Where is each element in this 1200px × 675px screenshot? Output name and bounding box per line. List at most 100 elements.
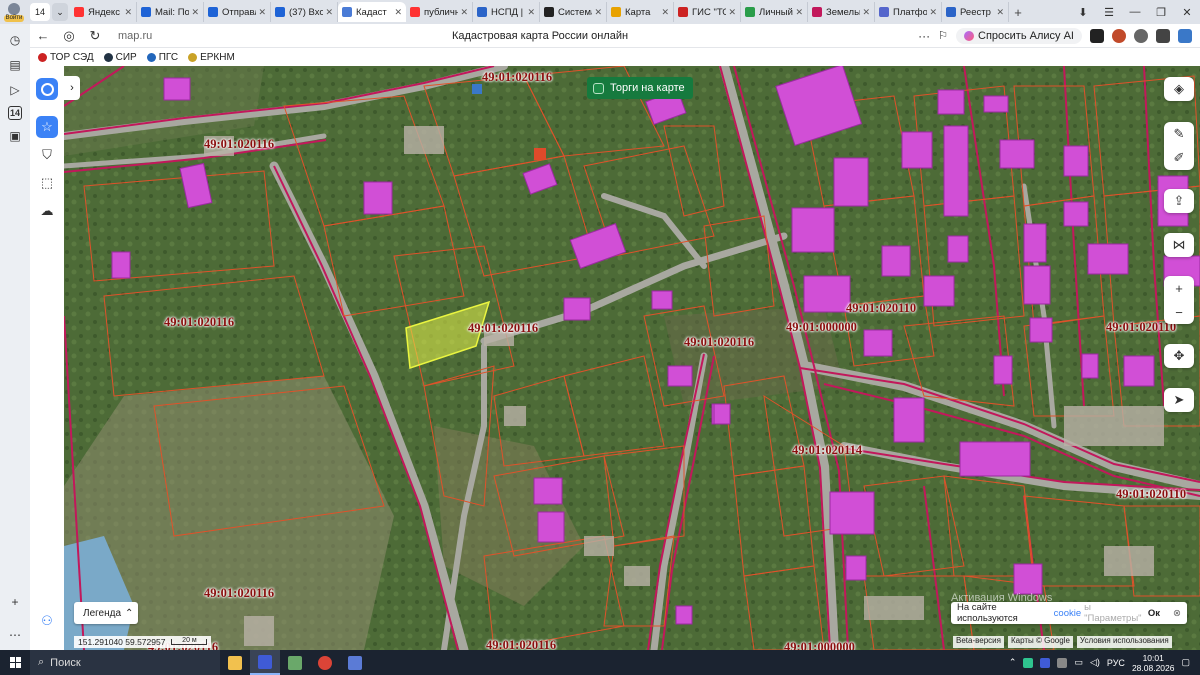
app-icon[interactable] bbox=[340, 650, 370, 675]
menu-icon[interactable]: ☰ bbox=[1096, 6, 1122, 19]
clock[interactable]: 10:01 28.08.2026 bbox=[1132, 653, 1175, 673]
extension-icon[interactable] bbox=[1156, 28, 1170, 43]
downloads-icon[interactable]: ⬇ bbox=[1070, 6, 1096, 19]
volume-icon[interactable]: ◁) bbox=[1090, 657, 1100, 668]
cookie-ok-button[interactable]: Ок bbox=[1148, 608, 1160, 619]
tab-6[interactable]: НСПД | Ге✕ bbox=[473, 2, 540, 22]
beta-badge[interactable]: Beta-версия bbox=[953, 636, 1004, 648]
close-tab-icon[interactable]: ✕ bbox=[929, 7, 937, 18]
zoom-out-button[interactable]: − bbox=[1164, 300, 1194, 324]
locate-icon[interactable]: ➤ bbox=[1164, 388, 1194, 412]
auction-toggle[interactable]: Торги на карте bbox=[587, 77, 693, 99]
map-logo-icon[interactable] bbox=[36, 78, 58, 100]
collections-icon[interactable]: ▤ bbox=[6, 56, 24, 74]
close-tab-icon[interactable]: ✕ bbox=[527, 7, 535, 18]
tab-11[interactable]: Земельн ✕ bbox=[808, 2, 875, 22]
tab-4[interactable]: Кадаст ✕ bbox=[338, 2, 406, 22]
close-tab-icon[interactable]: ✕ bbox=[795, 7, 803, 18]
tab-count-badge[interactable]: 14 bbox=[8, 106, 22, 120]
close-tab-icon[interactable]: ✕ bbox=[258, 7, 266, 18]
tab-12[interactable]: Платфор✕ bbox=[875, 2, 942, 22]
tab-13[interactable]: Реестр из✕ bbox=[942, 2, 1009, 22]
close-tab-icon[interactable]: ✕ bbox=[460, 7, 468, 18]
terms-link[interactable]: Условия использования bbox=[1076, 636, 1172, 648]
tab-2[interactable]: Отправле✕ bbox=[204, 2, 271, 22]
tab-10[interactable]: Личный к✕ bbox=[741, 2, 808, 22]
close-tab-icon[interactable]: ✕ bbox=[728, 7, 736, 18]
zoom-in-button[interactable]: + bbox=[1164, 276, 1194, 300]
tab-count-button[interactable]: 14 bbox=[30, 3, 50, 21]
tab-7[interactable]: Система ✕ bbox=[540, 2, 607, 22]
extension-icon[interactable] bbox=[1090, 28, 1104, 43]
tray-app-icon[interactable] bbox=[1040, 657, 1051, 668]
tab-list-chevron-icon[interactable]: ⌄ bbox=[52, 3, 68, 21]
tray-app-icon[interactable] bbox=[1023, 657, 1034, 668]
minimize-button[interactable]: — bbox=[1122, 6, 1148, 18]
taskbar-search[interactable]: ⌕ Поиск bbox=[30, 650, 220, 675]
bookmark-item[interactable]: ТОР СЭД bbox=[38, 52, 94, 63]
chrome-icon[interactable] bbox=[310, 650, 340, 675]
extension-icon[interactable] bbox=[1112, 28, 1126, 43]
tray-app-icon[interactable] bbox=[1057, 657, 1068, 668]
gallery-icon[interactable]: ▣ bbox=[6, 127, 24, 145]
close-tab-icon[interactable]: ✕ bbox=[661, 7, 669, 18]
close-tab-icon[interactable]: ✕ bbox=[862, 7, 870, 18]
tab-8[interactable]: Карта ✕ bbox=[607, 2, 674, 22]
share-icon[interactable]: ⋈ bbox=[1164, 233, 1194, 257]
close-tab-icon[interactable]: ✕ bbox=[325, 7, 333, 18]
app-icon[interactable] bbox=[280, 650, 310, 675]
legend-button[interactable]: Легенда ⌃ bbox=[74, 602, 138, 624]
yandex-browser-icon[interactable] bbox=[250, 650, 280, 675]
tab-0[interactable]: Яндекс —✕ bbox=[70, 2, 137, 22]
close-tab-icon[interactable]: ✕ bbox=[191, 7, 199, 18]
tab-5[interactable]: публична✕ bbox=[406, 2, 473, 22]
auction-checkbox[interactable] bbox=[593, 82, 604, 94]
cloud-upload-icon[interactable]: ⇪ bbox=[1164, 189, 1194, 213]
extension-icon[interactable] bbox=[1134, 28, 1148, 43]
settings-icon[interactable]: ⋯ bbox=[6, 626, 24, 644]
cloud-icon[interactable]: ☁ bbox=[36, 200, 58, 222]
chevron-up-icon[interactable]: ⌃ bbox=[1009, 657, 1017, 668]
select-area-icon[interactable]: ⬚ bbox=[36, 172, 58, 194]
edit-icon[interactable]: ✐ bbox=[1164, 146, 1194, 170]
chevron-right-icon[interactable]: › bbox=[64, 76, 80, 100]
bookmark-item[interactable]: СИР bbox=[103, 52, 137, 63]
bookmark-label: ПГС bbox=[158, 51, 179, 63]
layers-icon[interactable]: ◈ bbox=[1164, 77, 1194, 101]
close-tab-icon[interactable]: ✕ bbox=[394, 7, 402, 18]
close-icon[interactable]: ⊗ bbox=[1173, 608, 1181, 619]
new-tab-button[interactable]: + bbox=[1009, 5, 1027, 20]
layers-stack-icon[interactable]: ⛉ bbox=[36, 144, 58, 166]
move-icon[interactable]: ✥ bbox=[1164, 344, 1194, 368]
tab-9[interactable]: ГИС "ТОР✕ bbox=[674, 2, 741, 22]
maximize-button[interactable]: ❐ bbox=[1148, 6, 1174, 19]
tab-1[interactable]: Mail: Почт✕ bbox=[137, 2, 204, 22]
ruler-icon[interactable]: ✎ bbox=[1164, 122, 1194, 146]
more-icon[interactable]: ··· bbox=[918, 29, 930, 43]
cookie-link[interactable]: cookie bbox=[1054, 608, 1081, 619]
bookmark-item[interactable]: ПГС bbox=[146, 51, 179, 63]
file-explorer-icon[interactable] bbox=[220, 650, 250, 675]
address-bar: ← ◎ ↻ map.ru Кадастровая карта России он… bbox=[0, 24, 1200, 48]
close-tab-icon[interactable]: ✕ bbox=[594, 7, 602, 18]
history-icon[interactable]: ◷ bbox=[6, 31, 24, 49]
close-tab-icon[interactable]: ✕ bbox=[124, 7, 132, 18]
start-button[interactable] bbox=[0, 657, 30, 668]
close-tab-icon[interactable]: ✕ bbox=[996, 7, 1004, 18]
google-attribution[interactable]: Карты © Google bbox=[1007, 636, 1073, 648]
bookmark-item[interactable]: ЕРКНМ bbox=[188, 52, 235, 63]
tab-3[interactable]: (37) Входя✕ bbox=[271, 2, 338, 22]
map-canvas[interactable]: › Торги на карте 49:01:020116 49:01:02011… bbox=[64, 66, 1200, 650]
bookmark-icon[interactable]: ⚐ bbox=[938, 29, 948, 42]
notifications-icon[interactable]: ▢ bbox=[1181, 657, 1190, 668]
add-panel-icon[interactable]: + bbox=[6, 593, 24, 611]
language-indicator[interactable]: РУС bbox=[1107, 658, 1125, 668]
play-icon[interactable]: ▷ bbox=[6, 81, 24, 99]
close-window-button[interactable]: ✕ bbox=[1174, 6, 1200, 19]
extension-icon[interactable] bbox=[1178, 28, 1192, 43]
network-icon[interactable]: ▭ bbox=[1074, 657, 1083, 668]
user-icon[interactable]: ⚇ bbox=[36, 610, 58, 632]
ask-alice-button[interactable]: Спросить Алису AI bbox=[956, 27, 1082, 44]
profile-button[interactable]: Войти bbox=[0, 0, 28, 24]
favorites-icon[interactable]: ☆ bbox=[36, 116, 58, 138]
